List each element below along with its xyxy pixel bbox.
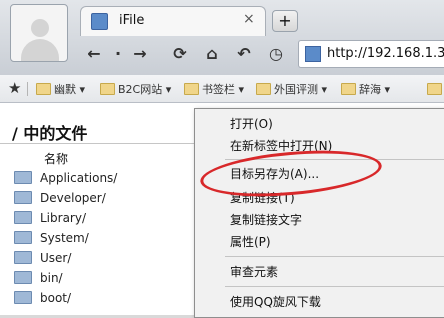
bookmark-bar: ★ 幽默 ▾ B2C网站 ▾ 书签栏 ▾ 外国评测 ▾ 辞海 ▾	[0, 75, 444, 103]
folder-icon	[36, 83, 51, 95]
folder-icon	[14, 291, 32, 304]
bookmark-folder-bookmarks[interactable]: 书签栏 ▾	[184, 80, 244, 98]
folder-icon	[14, 171, 32, 184]
folder-icon	[100, 83, 115, 95]
avatar[interactable]	[10, 4, 68, 62]
menu-item-open[interactable]: 打开(O)	[195, 115, 444, 133]
folder-icon	[184, 83, 199, 95]
folder-icon	[14, 191, 32, 204]
file-row-user[interactable]: User/	[14, 249, 71, 266]
url-text: http://192.168.1.3:	[327, 46, 444, 61]
avatar-body-icon	[21, 39, 59, 61]
bookmark-folder-more[interactable]	[427, 80, 444, 98]
file-row-developer[interactable]: Developer/	[14, 189, 106, 206]
bookmark-folder-cihai[interactable]: 辞海 ▾	[341, 80, 390, 98]
menu-separator	[225, 286, 444, 287]
menu-item-qq-download[interactable]: 使用QQ旋风下载	[195, 293, 444, 311]
new-tab-button[interactable]: +	[272, 10, 298, 32]
forward-icon[interactable]: →	[130, 44, 150, 64]
file-row-system[interactable]: System/	[14, 229, 89, 246]
bookmark-separator	[27, 82, 28, 96]
folder-icon	[14, 271, 32, 284]
bookmark-folder-humor[interactable]: 幽默 ▾	[36, 80, 85, 98]
menu-item-properties[interactable]: 属性(P)	[195, 233, 444, 251]
tab-close-icon[interactable]: ×	[243, 11, 255, 27]
folder-icon	[256, 83, 271, 95]
site-icon	[305, 46, 321, 62]
undo-close-icon[interactable]: ↶	[234, 44, 254, 64]
address-bar[interactable]: http://192.168.1.3:	[298, 40, 444, 68]
bookmark-folder-b2c[interactable]: B2C网站 ▾	[100, 80, 171, 98]
file-row-bin[interactable]: bin/	[14, 269, 63, 286]
file-row-applications[interactable]: Applications/	[14, 169, 117, 186]
reload-icon[interactable]: ⟳	[170, 44, 190, 64]
menu-separator	[225, 256, 444, 257]
tab-favicon-icon	[91, 13, 108, 30]
page-title: / 中的文件	[12, 124, 88, 143]
dot-separator: ·	[114, 44, 122, 63]
folder-icon	[14, 211, 32, 224]
folder-icon	[427, 83, 442, 95]
menu-item-copy-link-text[interactable]: 复制链接文字	[195, 211, 444, 229]
column-header-name[interactable]: 名称	[44, 150, 68, 167]
context-menu: 打开(O) 在新标签中打开(N) 目标另存为(A)... 复制链接(T) 复制链…	[194, 108, 444, 318]
browser-chrome: iFile × + ← · → ⟳ ⌂ ↶ ◷ http://192.168.1…	[0, 0, 444, 75]
folder-icon	[14, 231, 32, 244]
home-icon[interactable]: ⌂	[202, 44, 222, 64]
file-row-boot[interactable]: boot/	[14, 289, 71, 306]
bookmark-star-icon[interactable]: ★	[8, 79, 21, 97]
folder-icon	[341, 83, 356, 95]
folder-icon	[14, 251, 32, 264]
bookmark-folder-reviews[interactable]: 外国评测 ▾	[256, 80, 327, 98]
back-icon[interactable]: ←	[84, 44, 104, 64]
tab-title: iFile	[119, 13, 145, 28]
avatar-head-icon	[31, 19, 49, 37]
tab-ifile[interactable]: iFile ×	[80, 6, 266, 36]
history-icon[interactable]: ◷	[266, 44, 286, 64]
menu-item-inspect-element[interactable]: 审查元素	[195, 263, 444, 281]
file-row-library[interactable]: Library/	[14, 209, 86, 226]
